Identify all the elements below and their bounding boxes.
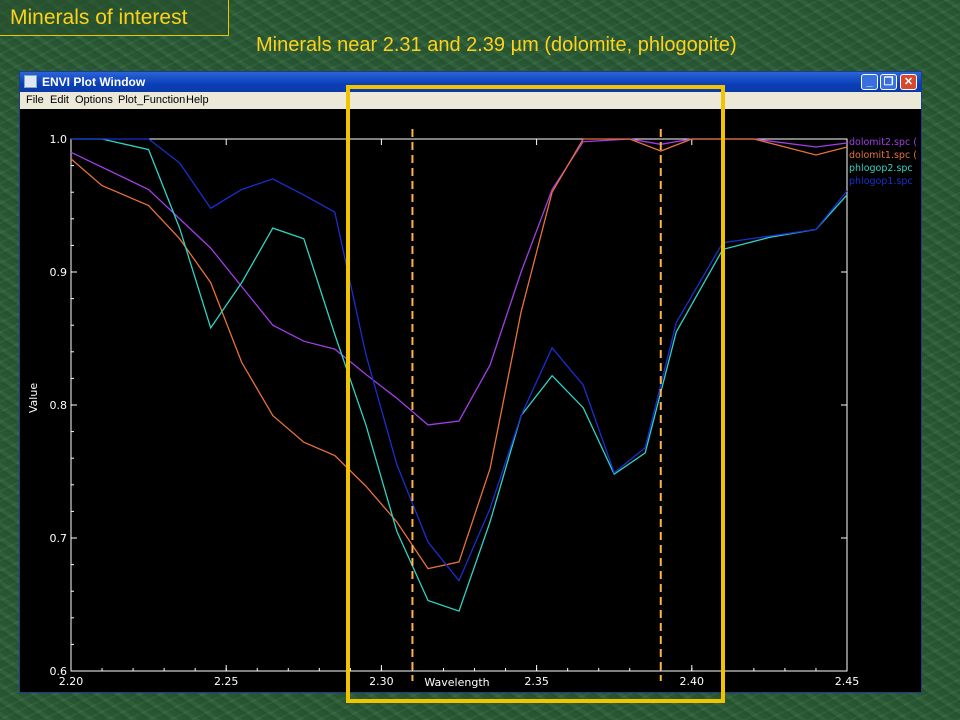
minimize-icon: _ <box>866 76 873 88</box>
series-line-4 <box>71 138 848 582</box>
window-title: ENVI Plot Window <box>42 75 146 89</box>
restore-button[interactable]: ❐ <box>880 74 897 90</box>
y-axis-label: Value <box>27 383 40 413</box>
x-tick-label: 2.30 <box>369 675 394 688</box>
spectral-chart: 2.20 2.25 2.30 2.35 2.40 2.450.60.70.80.91.0 … <box>27 129 917 689</box>
close-icon: ✕ <box>903 76 914 88</box>
x-tick-label: 2.45 <box>835 675 860 688</box>
close-button[interactable]: ✕ <box>900 74 917 90</box>
y-tick-label: 1.0 <box>50 133 68 146</box>
slide-subtitle: Minerals near 2.31 and 2.39 µm (dolomite… <box>256 34 737 56</box>
x-axis-label: Wavelength <box>424 676 489 689</box>
legend-entry: dolomit1.spc ( <box>849 150 917 161</box>
y-tick-label: 0.7 <box>50 532 68 545</box>
x-tick-label: 2.40 <box>680 675 705 688</box>
series-line-1 <box>70 138 848 426</box>
menu-options[interactable]: Options <box>75 92 113 109</box>
x-tick-label: 2.35 <box>524 675 549 688</box>
envi-plot-window: ENVI Plot Window _ ❐ ✕ File Edit Options… <box>19 71 922 693</box>
y-tick-label: 0.9 <box>50 266 68 279</box>
menu-bar: File Edit Options Plot_Function Help <box>20 92 921 109</box>
y-tick-label: 0.8 <box>50 399 68 412</box>
menu-file[interactable]: File <box>26 92 44 109</box>
slide-title: Minerals of interest <box>0 0 229 36</box>
minimize-button[interactable]: _ <box>861 74 878 90</box>
menu-edit[interactable]: Edit <box>50 92 69 109</box>
legend-entry: phlogop1.spc <box>849 176 913 187</box>
series-line-3 <box>71 138 848 612</box>
y-tick-label: 0.6 <box>50 665 68 678</box>
app-icon <box>24 75 37 88</box>
x-tick-label: 2.25 <box>214 675 239 688</box>
restore-icon: ❐ <box>883 76 894 88</box>
window-titlebar[interactable]: ENVI Plot Window _ ❐ ✕ <box>20 72 921 92</box>
legend-entry: dolomit2.spc ( <box>849 137 917 148</box>
menu-help[interactable]: Help <box>186 92 209 109</box>
series-line-2 <box>70 138 848 570</box>
plot-area[interactable]: 2.20 2.25 2.30 2.35 2.40 2.45 0.6 0.7 0.8 0.9 1.0 … <box>20 109 921 692</box>
menu-plot-function[interactable]: Plot_Function <box>118 92 185 109</box>
legend-entry: phlogop2.spc <box>849 163 913 174</box>
plot-frame <box>70 138 848 672</box>
